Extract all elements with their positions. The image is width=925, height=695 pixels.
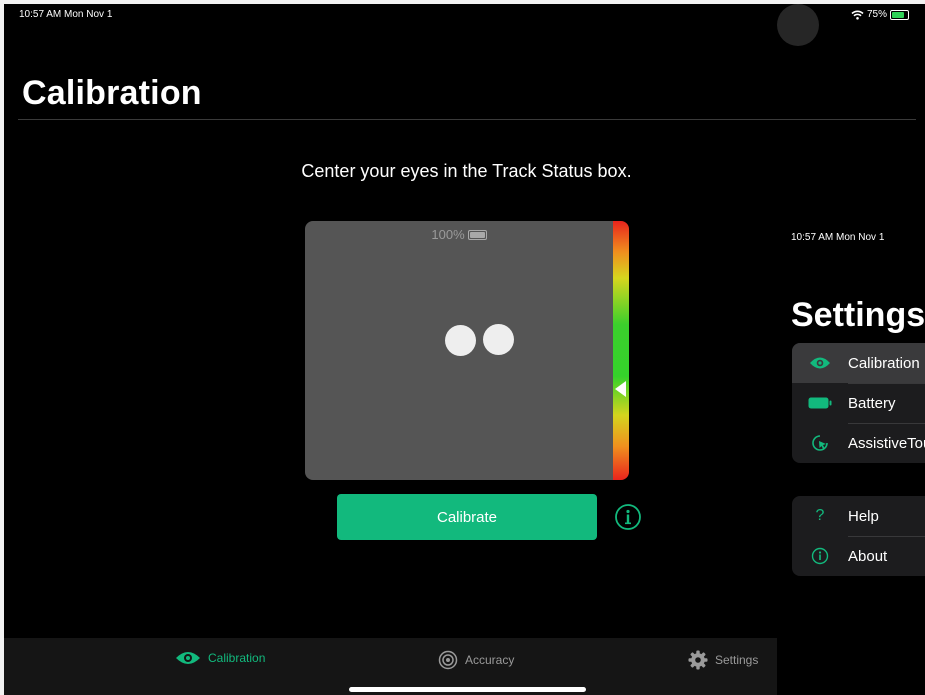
- eye-icon: [792, 356, 848, 370]
- gauge-marker: [615, 381, 626, 398]
- status-time: 10:57 AM Mon Nov 1: [19, 9, 113, 20]
- settings-group-main: Calibration Battery AssistiveTouch: [792, 343, 925, 463]
- gear-icon: [688, 650, 708, 670]
- tab-settings[interactable]: Settings: [688, 650, 758, 670]
- device-battery-label: 100%: [431, 227, 465, 242]
- title-divider: [18, 119, 916, 120]
- page-title: Calibration: [22, 74, 202, 112]
- calibrate-button[interactable]: Calibrate: [337, 494, 597, 540]
- tab-accuracy[interactable]: Accuracy: [438, 650, 514, 670]
- floating-assistive-button[interactable]: [777, 4, 819, 46]
- track-status-box: 100%: [305, 221, 613, 480]
- right-eye-indicator: [483, 324, 514, 355]
- instruction-text: Center your eyes in the Track Status box…: [301, 161, 632, 181]
- tab-label: Accuracy: [465, 653, 515, 667]
- left-eye-indicator: [445, 325, 476, 356]
- settings-row-about[interactable]: About: [792, 536, 925, 576]
- question-icon: ?: [815, 507, 825, 524]
- device-battery: 100%: [305, 227, 613, 242]
- info-icon[interactable]: [614, 503, 642, 531]
- settings-row-battery[interactable]: Battery: [792, 383, 925, 423]
- settings-row-label: Calibration: [848, 354, 920, 372]
- settings-row-label: About: [848, 547, 888, 565]
- tab-label: Settings: [715, 653, 759, 667]
- settings-row-label: Battery: [848, 394, 896, 412]
- settings-group-support: ? Help About: [792, 496, 925, 576]
- assistive-touch-icon: [792, 434, 848, 452]
- eye-icon: [176, 652, 200, 664]
- settings-row-help[interactable]: ? Help: [792, 496, 925, 536]
- settings-row-assistivetouch[interactable]: AssistiveTouch: [792, 423, 925, 463]
- settings-row-label: AssistiveTouch: [848, 434, 925, 452]
- info-icon: [792, 547, 848, 565]
- distance-gauge: [613, 221, 629, 480]
- app-screen: 10:57 AM Mon Nov 1 75% Calibration Cente…: [4, 4, 925, 695]
- battery-icon: [890, 9, 910, 20]
- tab-label: Calibration: [208, 651, 266, 665]
- status-indicators: 75%: [851, 9, 910, 20]
- tab-calibration[interactable]: Calibration: [175, 650, 265, 666]
- settings-status-time: 10:57 AM Mon Nov 1: [791, 232, 885, 243]
- settings-row-label: Help: [848, 507, 879, 525]
- settings-title: Settings: [791, 296, 925, 334]
- home-indicator[interactable]: [349, 687, 586, 692]
- device-battery-icon: [467, 229, 487, 240]
- battery-percent: 75%: [867, 9, 888, 20]
- battery-icon: [792, 397, 848, 409]
- wifi-icon: [851, 10, 864, 20]
- target-icon: [438, 650, 458, 670]
- settings-row-calibration[interactable]: Calibration: [792, 343, 925, 383]
